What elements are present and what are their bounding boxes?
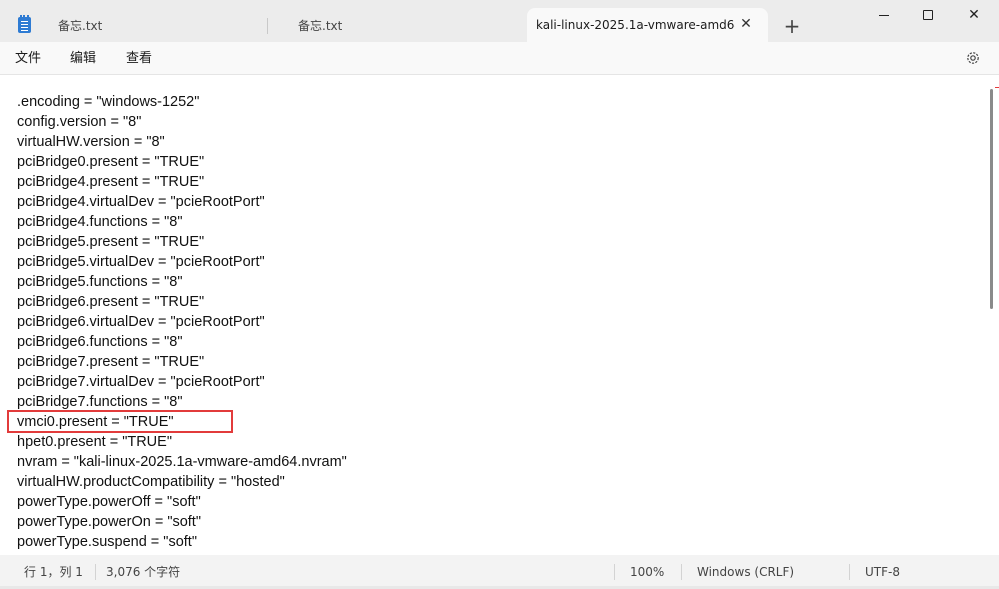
status-divider [95,564,96,580]
editor-line: config.version = "8" [17,114,142,130]
status-divider [681,564,682,580]
editor-line: pciBridge4.present = "TRUE" [17,174,205,190]
vertical-scrollbar[interactable] [990,89,993,309]
tab-label: kali-linux-2025.1a-vmware-amd64.vmx [536,18,735,32]
tab-label: 备忘.txt [58,18,103,33]
edge-mark [995,87,999,88]
cursor-position: 行 1，列 1 [24,565,83,579]
editor-line: pciBridge6.functions = "8" [17,334,183,350]
editor-line: pciBridge5.functions = "8" [17,274,183,290]
menu-edit[interactable]: 编辑 [70,48,96,70]
status-divider [849,564,850,580]
editor-line: pciBridge6.present = "TRUE" [17,294,205,310]
new-tab-button[interactable]: + [782,16,802,36]
file-encoding[interactable]: UTF-8 [865,565,900,579]
minimize-button[interactable] [861,0,907,32]
editor-line: powerType.powerOff = "soft" [17,494,201,510]
editor-line: powerType.powerOn = "soft" [17,514,201,530]
editor-line: vmci0.present = "TRUE" [17,414,174,430]
maximize-button[interactable] [905,0,951,32]
minimize-icon [879,14,889,16]
gear-icon [967,52,979,64]
editor-line: pciBridge7.present = "TRUE" [17,354,205,370]
notepad-icon [18,15,31,33]
tab-divider [267,18,268,34]
editor-line: virtualHW.version = "8" [17,134,165,150]
editor-line: pciBridge4.functions = "8" [17,214,183,230]
editor-line: pciBridge5.virtualDev = "pcieRootPort" [17,254,265,270]
editor-line: pciBridge7.functions = "8" [17,394,183,410]
editor-line: pciBridge7.virtualDev = "pcieRootPort" [17,374,265,390]
status-divider [614,564,615,580]
tab-memo-1[interactable]: 备忘.txt [0,8,262,42]
close-tab-icon[interactable]: ✕ [739,17,753,31]
character-count: 3,076 个字符 [106,565,181,579]
close-window-button[interactable]: ✕ [951,0,997,32]
tab-vmx-file[interactable]: kali-linux-2025.1a-vmware-amd64.vmx ✕ [527,8,768,42]
editor-line: .encoding = "windows-1252" [17,94,200,110]
editor-line: powerType.suspend = "soft" [17,534,197,550]
menu-file[interactable]: 文件 [15,48,41,70]
zoom-level[interactable]: 100% [630,565,664,579]
line-ending[interactable]: Windows (CRLF) [697,565,794,579]
menu-view[interactable]: 查看 [126,48,152,70]
close-icon: ✕ [968,7,980,23]
maximize-icon [923,10,933,20]
status-bar: 行 1，列 1 3,076 个字符 100% Windows (CRLF) UT… [0,555,999,589]
editor-line: nvram = "kali-linux-2025.1a-vmware-amd64… [17,454,347,470]
editor-line: pciBridge5.present = "TRUE" [17,234,205,250]
editor-line: pciBridge6.virtualDev = "pcieRootPort" [17,314,265,330]
tab-strip: 备忘.txt 备忘.txt kali-linux-2025.1a-vmware-… [0,0,999,42]
tab-memo-2[interactable]: 备忘.txt [272,8,520,42]
editor-line: hpet0.present = "TRUE" [17,434,172,450]
editor-line: virtualHW.productCompatibility = "hosted… [17,474,285,490]
menu-bar: 文件 编辑 查看 [0,42,999,75]
settings-button[interactable] [964,50,982,68]
editor-line: pciBridge4.virtualDev = "pcieRootPort" [17,194,265,210]
tab-label: 备忘.txt [298,18,343,33]
editor-text: .encoding = "windows-1252" config.version… [17,92,347,552]
text-editor[interactable]: .encoding = "windows-1252" config.version… [0,75,999,555]
editor-line: pciBridge0.present = "TRUE" [17,154,205,170]
